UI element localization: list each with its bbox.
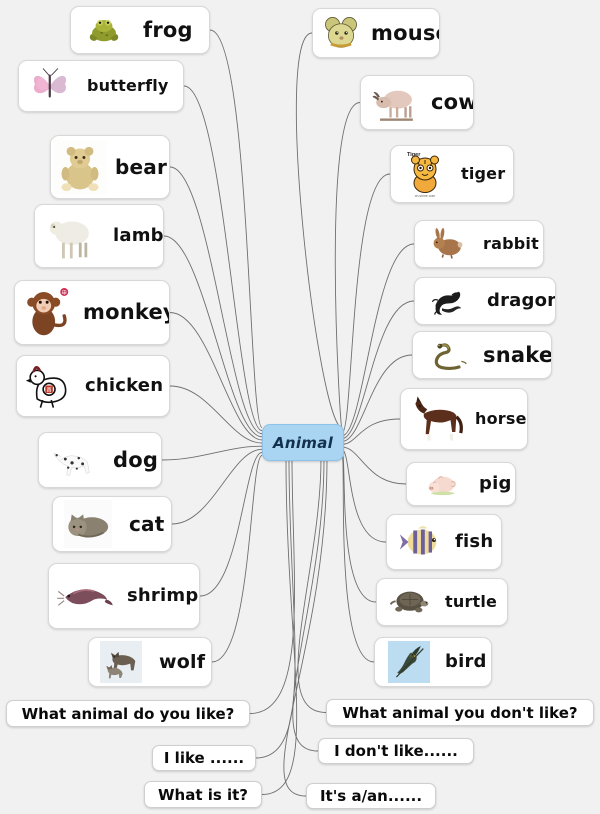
node-label: frog bbox=[143, 17, 193, 42]
connector bbox=[341, 446, 407, 485]
node-shrimp[interactable]: shrimp bbox=[48, 563, 200, 629]
mindmap-canvas: frog butterfly bear lamb 申 monkey 酉 chicken dog c… bbox=[0, 0, 600, 814]
phrase-box[interactable]: What animal you don't like? bbox=[326, 699, 594, 726]
chicken-photo: 酉 bbox=[17, 359, 79, 413]
frog-photo bbox=[71, 10, 137, 50]
dragon-photo bbox=[419, 281, 481, 321]
pig-photo bbox=[411, 466, 473, 502]
shrimp-photo bbox=[49, 567, 121, 625]
central-topic-animal[interactable]: Animal bbox=[262, 424, 344, 461]
connector bbox=[161, 445, 263, 461]
snake-photo bbox=[417, 335, 477, 375]
bear-photo bbox=[51, 139, 109, 195]
dog-photo bbox=[39, 436, 107, 484]
connector bbox=[209, 29, 263, 428]
node-label: bear bbox=[115, 155, 168, 179]
node-label: cow bbox=[431, 90, 474, 114]
central-topic-label: Animal bbox=[272, 433, 334, 452]
node-label: cat bbox=[129, 512, 165, 536]
phrase-box[interactable]: What is it? bbox=[144, 781, 262, 808]
connector bbox=[211, 455, 263, 663]
phrase-box[interactable]: It's a/an...... bbox=[306, 783, 436, 809]
connector bbox=[341, 173, 391, 434]
connector bbox=[292, 458, 325, 752]
node-label: monkey bbox=[83, 300, 170, 324]
phrase-text: What animal you don't like? bbox=[342, 703, 578, 722]
node-tiger[interactable]: Tiger cn.shine.com tiger bbox=[390, 145, 514, 203]
connector bbox=[334, 102, 361, 431]
node-snake[interactable]: snake bbox=[412, 331, 552, 379]
node-label: fish bbox=[455, 531, 494, 552]
connector bbox=[171, 448, 263, 525]
node-label: snake bbox=[483, 342, 552, 367]
wolf-photo bbox=[89, 641, 153, 683]
phrase-text: What animal do you like? bbox=[21, 704, 235, 723]
node-label: shrimp bbox=[127, 585, 199, 606]
tiger-photo: Tiger cn.shine.com bbox=[395, 149, 455, 199]
node-label: horse bbox=[475, 409, 527, 428]
lamb-photo bbox=[35, 208, 107, 264]
cow-photo bbox=[365, 79, 425, 126]
node-label: lamb bbox=[113, 225, 164, 246]
node-label: mouse bbox=[371, 20, 439, 45]
node-wolf[interactable]: wolf bbox=[88, 637, 212, 687]
phrase-box[interactable]: What animal do you like? bbox=[6, 700, 250, 727]
node-label: bird bbox=[445, 651, 487, 672]
node-label: pig bbox=[479, 473, 512, 494]
node-label: tiger bbox=[461, 164, 506, 183]
phrase-text: What is it? bbox=[157, 785, 249, 804]
phrase-text: I like ...... bbox=[163, 749, 245, 767]
node-cat[interactable]: cat bbox=[52, 496, 172, 552]
connector bbox=[183, 85, 263, 432]
connector bbox=[163, 235, 263, 438]
bird-photo bbox=[379, 641, 439, 683]
node-dog[interactable]: dog bbox=[38, 432, 162, 488]
node-pig[interactable]: pig bbox=[406, 462, 516, 506]
node-monkey[interactable]: 申 monkey bbox=[14, 280, 170, 345]
node-bird[interactable]: bird bbox=[374, 637, 492, 687]
phrase-text: I don't like...... bbox=[334, 742, 458, 760]
node-frog[interactable]: frog bbox=[70, 6, 210, 54]
turtle-photo bbox=[381, 582, 439, 622]
phrase-box[interactable]: I don't like...... bbox=[318, 738, 474, 764]
connector bbox=[169, 312, 263, 441]
node-mouse[interactable]: mouse bbox=[312, 8, 440, 58]
node-label: butterfly bbox=[87, 76, 169, 95]
node-label: chicken bbox=[85, 375, 164, 396]
node-turtle[interactable]: turtle bbox=[376, 578, 508, 626]
mouse-photo bbox=[317, 12, 365, 54]
node-horse[interactable]: horse bbox=[400, 388, 528, 450]
monkey-photo: 申 bbox=[15, 284, 77, 341]
butterfly-photo bbox=[19, 64, 81, 108]
node-label: wolf bbox=[159, 650, 206, 673]
svg-text:酉: 酉 bbox=[47, 387, 52, 393]
node-label: rabbit bbox=[483, 234, 539, 253]
node-butterfly[interactable]: butterfly bbox=[18, 60, 184, 112]
connector bbox=[199, 451, 263, 597]
phrase-box[interactable]: I like ...... bbox=[152, 745, 256, 771]
rabbit-photo bbox=[419, 224, 477, 264]
node-lamb[interactable]: lamb bbox=[34, 204, 164, 268]
node-chicken[interactable]: 酉 chicken bbox=[16, 355, 170, 417]
connector bbox=[341, 452, 377, 603]
fish-photo bbox=[391, 518, 449, 566]
connector bbox=[341, 455, 375, 663]
node-fish[interactable]: fish bbox=[386, 514, 502, 570]
svg-text:cn.shine.com: cn.shine.com bbox=[415, 194, 436, 198]
node-cow[interactable]: cow bbox=[360, 75, 474, 130]
horse-photo bbox=[405, 392, 469, 446]
node-bear[interactable]: bear bbox=[50, 135, 170, 199]
node-rabbit[interactable]: rabbit bbox=[414, 220, 544, 268]
node-label: dragon bbox=[487, 290, 556, 311]
cat-photo bbox=[53, 500, 123, 548]
node-label: turtle bbox=[445, 592, 498, 611]
node-label: dog bbox=[113, 447, 159, 472]
connector bbox=[255, 458, 296, 759]
node-dragon[interactable]: dragon bbox=[414, 277, 556, 325]
connector bbox=[261, 458, 298, 795]
phrase-text: It's a/an...... bbox=[319, 787, 423, 805]
connector bbox=[249, 458, 295, 714]
